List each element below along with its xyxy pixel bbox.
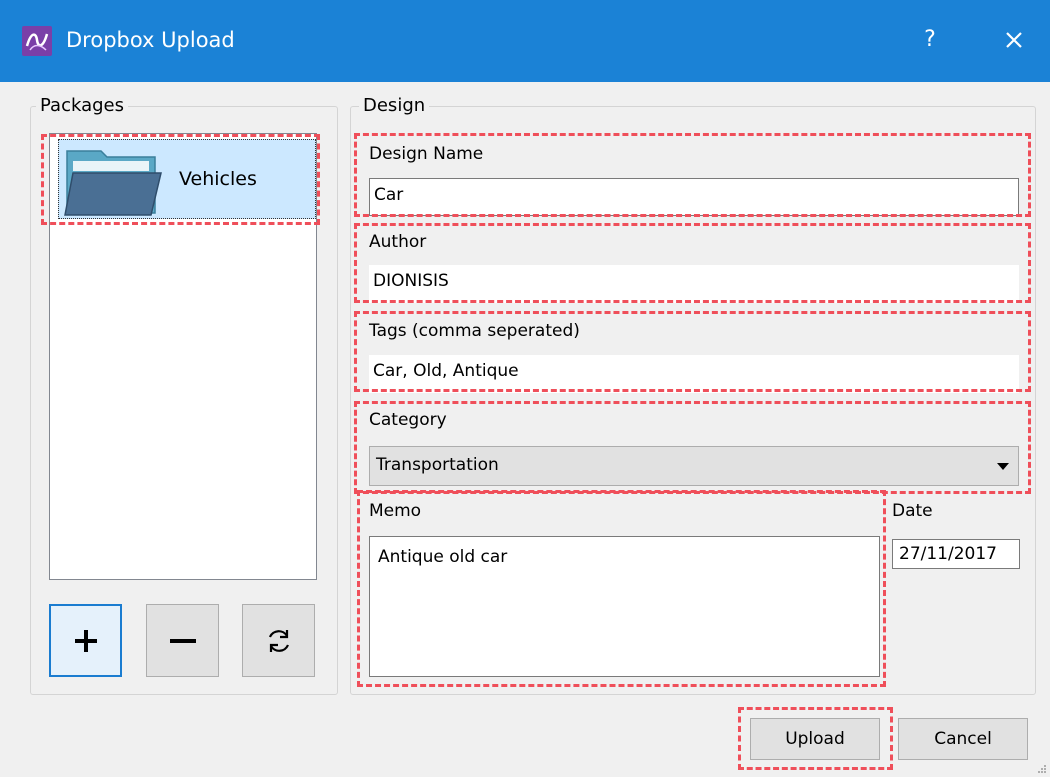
package-item-label: Vehicles xyxy=(179,168,257,190)
tags-input[interactable]: Car, Old, Antique xyxy=(369,355,1019,393)
memo-textarea[interactable]: Antique old car xyxy=(369,536,880,677)
folder-icon xyxy=(64,150,162,216)
design-name-label: Design Name xyxy=(369,144,484,164)
plus-icon xyxy=(74,629,97,652)
packages-list[interactable]: Vehicles xyxy=(49,133,317,580)
category-label: Category xyxy=(369,410,447,430)
cancel-button[interactable]: Cancel xyxy=(898,718,1028,760)
add-package-button[interactable] xyxy=(49,604,122,677)
app-logo-icon xyxy=(22,26,52,56)
design-group-label: Design xyxy=(359,95,430,116)
author-input[interactable]: DIONISIS xyxy=(369,265,1019,303)
chevron-down-icon xyxy=(997,463,1009,470)
package-item-vehicles[interactable]: Vehicles xyxy=(58,139,316,219)
category-selected-value: Transportation xyxy=(376,455,499,475)
window-title: Dropbox Upload xyxy=(66,28,235,52)
design-name-input[interactable]: Car xyxy=(369,178,1019,216)
minus-icon xyxy=(169,638,196,643)
upload-button[interactable]: Upload xyxy=(750,718,880,760)
packages-group-label: Packages xyxy=(36,95,128,116)
author-label: Author xyxy=(369,232,427,252)
memo-label: Memo xyxy=(369,501,422,521)
category-select[interactable]: Transportation xyxy=(369,446,1019,486)
tags-label: Tags (comma seperated) xyxy=(369,321,580,341)
remove-package-button[interactable] xyxy=(146,604,219,677)
date-input[interactable]: 27/11/2017 xyxy=(892,539,1020,569)
close-icon[interactable] xyxy=(990,18,1038,62)
help-button[interactable]: ? xyxy=(912,20,948,60)
resize-grip-icon[interactable] xyxy=(1037,764,1047,774)
date-label: Date xyxy=(892,501,933,521)
refresh-packages-button[interactable] xyxy=(242,604,315,677)
refresh-icon xyxy=(268,629,289,652)
title-bar: Dropbox Upload ? xyxy=(0,0,1050,82)
